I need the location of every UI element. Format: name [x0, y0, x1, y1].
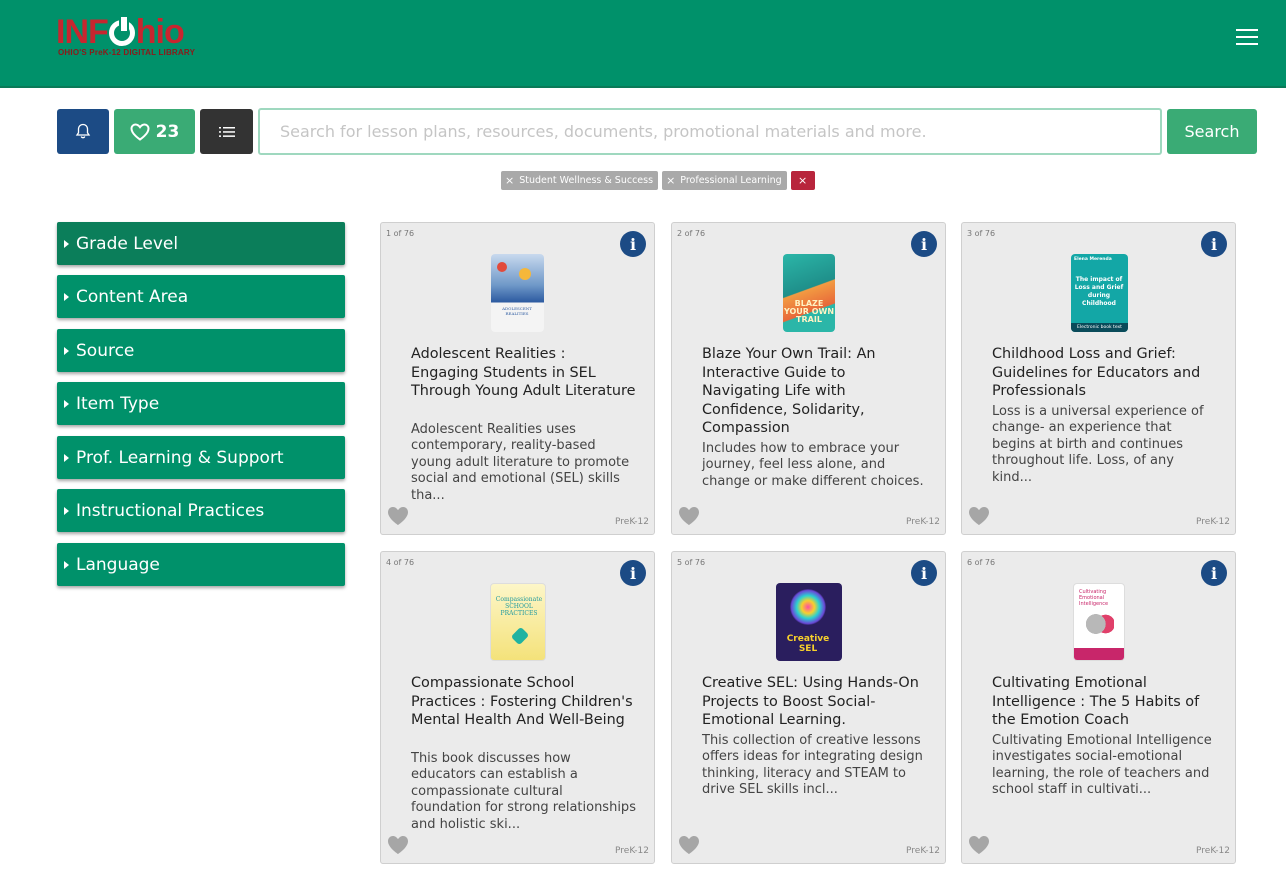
info-icon[interactable]: i — [620, 560, 646, 586]
sidebar-item-grade-level[interactable]: Grade Level — [57, 222, 345, 265]
grade-level: PreK-12 — [615, 846, 649, 856]
card-description: Adolescent Realities uses contemporary, … — [411, 422, 630, 503]
heart-icon[interactable] — [968, 835, 990, 855]
card-description: Cultivating Emotional Intelligence inves… — [992, 733, 1212, 798]
card-description: This collection of creative lessons offe… — [702, 733, 923, 798]
resource-card[interactable]: 3 of 76 i Elena Merenda The impact of Lo… — [961, 222, 1236, 535]
book-cover: Creative SEL — [776, 583, 842, 661]
sidebar-item-content-area[interactable]: Content Area — [57, 275, 345, 318]
grade-level: PreK-12 — [1196, 846, 1230, 856]
caret-right-icon — [64, 346, 69, 355]
card-description: Includes how to embrace your journey, fe… — [702, 441, 924, 489]
info-icon[interactable]: i — [911, 231, 937, 257]
caret-right-icon — [64, 453, 69, 462]
resource-card[interactable]: 5 of 76 i Creative SEL Creative SEL: Usi… — [671, 551, 946, 864]
logo-tagline: OHIO'S PreK-12 DIGITAL LIBRARY — [58, 48, 196, 57]
remove-filter-icon: × — [505, 174, 515, 187]
card-description: Loss is a universal experience of change… — [992, 404, 1204, 485]
site-header: INF hio OHIO'S PreK-12 DIGITAL LIBRARY — [0, 0, 1286, 88]
result-count: 3 of 76 — [967, 229, 996, 238]
logo-wordmark: INF hio — [56, 13, 185, 51]
remove-filter-icon: × — [666, 174, 676, 187]
caret-right-icon — [64, 506, 69, 515]
sidebar-item-source[interactable]: Source — [57, 329, 345, 372]
power-o-icon — [108, 17, 135, 46]
resource-card[interactable]: 2 of 76 i BLAZE YOUR OWN TRAIL Blaze You… — [671, 222, 946, 535]
search-button[interactable]: Search — [1167, 109, 1257, 154]
book-cover: BLAZE YOUR OWN TRAIL — [783, 254, 835, 332]
close-icon: × — [798, 174, 808, 187]
clear-filters-button[interactable]: × — [790, 171, 815, 190]
grade-level: PreK-12 — [615, 517, 649, 527]
result-count: 1 of 76 — [386, 229, 415, 238]
resource-card[interactable]: 4 of 76 i Compassionate SCHOOL PRACTICES… — [380, 551, 655, 864]
list-view-button[interactable] — [200, 109, 253, 154]
card-title[interactable]: Childhood Loss and Grief: Guidelines for… — [992, 345, 1217, 401]
hamburger-menu-icon[interactable] — [1236, 29, 1258, 47]
notifications-button[interactable] — [57, 109, 109, 154]
book-cover: ADOLESCENT REALITIES — [491, 254, 544, 332]
caret-right-icon — [64, 560, 69, 569]
grade-level: PreK-12 — [906, 846, 940, 856]
filter-chip-professional-learning[interactable]: × Professional Learning — [662, 171, 787, 190]
sidebar-item-item-type[interactable]: Item Type — [57, 382, 345, 425]
card-description: This book discusses how educators can es… — [411, 751, 636, 832]
caret-right-icon — [64, 399, 69, 408]
sidebar-item-prof-learning[interactable]: Prof. Learning & Support — [57, 436, 345, 479]
caret-right-icon — [64, 239, 69, 248]
heart-icon[interactable] — [678, 835, 700, 855]
info-icon[interactable]: i — [620, 231, 646, 257]
grade-level: PreK-12 — [1196, 517, 1230, 527]
caret-right-icon — [64, 292, 69, 301]
card-title[interactable]: Cultivating Emotional Intelligence : The… — [992, 674, 1217, 730]
heart-icon — [130, 122, 150, 141]
result-count: 4 of 76 — [386, 558, 415, 567]
info-icon[interactable]: i — [1201, 560, 1227, 586]
heart-icon[interactable] — [387, 506, 409, 526]
result-count: 5 of 76 — [677, 558, 706, 567]
resource-card[interactable]: 6 of 76 i Cultivating Emotional Intellig… — [961, 551, 1236, 864]
card-title[interactable]: Blaze Your Own Trail: An Interactive Gui… — [702, 345, 927, 438]
resource-card[interactable]: 1 of 76 i ADOLESCENT REALITIES Adolescen… — [380, 222, 655, 535]
heart-icon[interactable] — [678, 506, 700, 526]
card-title[interactable]: Creative SEL: Using Hands-On Projects to… — [702, 674, 927, 730]
info-icon[interactable]: i — [1201, 231, 1227, 257]
card-title[interactable]: Adolescent Realities : Engaging Students… — [411, 345, 636, 401]
search-input[interactable] — [258, 108, 1162, 155]
infohio-logo[interactable]: INF hio OHIO'S PreK-12 DIGITAL LIBRARY — [56, 14, 216, 62]
active-filters: × Student Wellness & Success × Professio… — [501, 171, 815, 190]
grade-level: PreK-12 — [906, 517, 940, 527]
heart-icon[interactable] — [968, 506, 990, 526]
heart-icon[interactable] — [387, 835, 409, 855]
book-cover: Elena Merenda The impact of Loss and Gri… — [1071, 254, 1128, 332]
filter-chip-student-wellness[interactable]: × Student Wellness & Success — [501, 171, 659, 190]
card-title[interactable]: Compassionate School Practices : Fosteri… — [411, 674, 636, 730]
result-count: 6 of 76 — [967, 558, 996, 567]
result-count: 2 of 76 — [677, 229, 706, 238]
sidebar-item-instructional-practices[interactable]: Instructional Practices — [57, 489, 345, 532]
book-cover: Cultivating Emotional Intelligence — [1073, 583, 1125, 661]
info-icon[interactable]: i — [911, 560, 937, 586]
favorites-button[interactable]: 23 — [114, 109, 195, 154]
bell-icon — [75, 123, 91, 139]
favorites-count: 23 — [155, 121, 180, 142]
sidebar-item-language[interactable]: Language — [57, 543, 345, 586]
book-cover: Compassionate SCHOOL PRACTICES — [490, 583, 546, 661]
list-icon — [218, 126, 235, 137]
